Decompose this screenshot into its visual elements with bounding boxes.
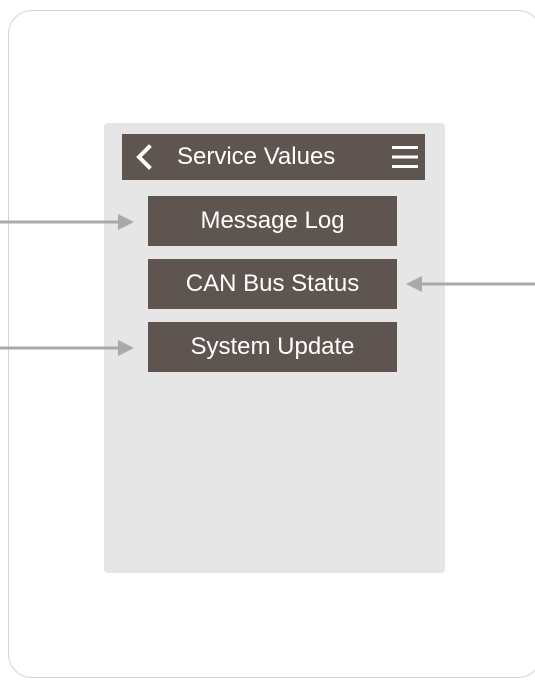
can-bus-status-button[interactable]: CAN Bus Status [148,259,397,309]
system-update-button[interactable]: System Update [148,322,397,372]
title-bar: Service Values [122,134,425,180]
page-title: Service Values [177,143,336,170]
hamburger-menu-icon[interactable] [391,143,419,171]
chevron-left-icon[interactable] [130,138,158,176]
message-log-button[interactable]: Message Log [148,196,397,246]
